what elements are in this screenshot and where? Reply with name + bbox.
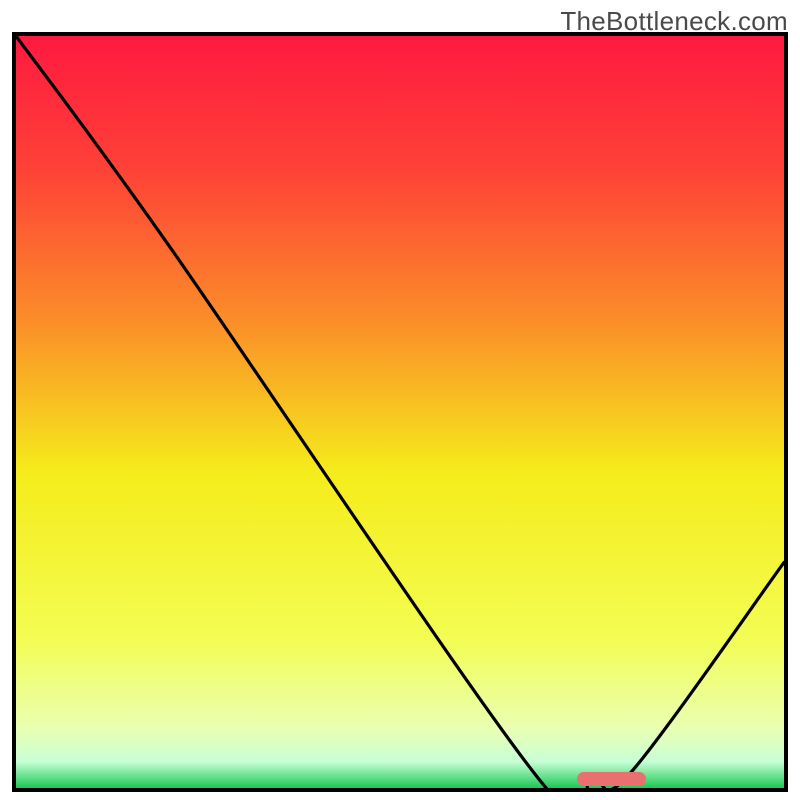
chart-area xyxy=(12,32,788,792)
optimum-marker xyxy=(577,772,646,786)
bottleneck-curve xyxy=(16,36,784,788)
watermark-text: TheBottleneck.com xyxy=(560,6,788,37)
